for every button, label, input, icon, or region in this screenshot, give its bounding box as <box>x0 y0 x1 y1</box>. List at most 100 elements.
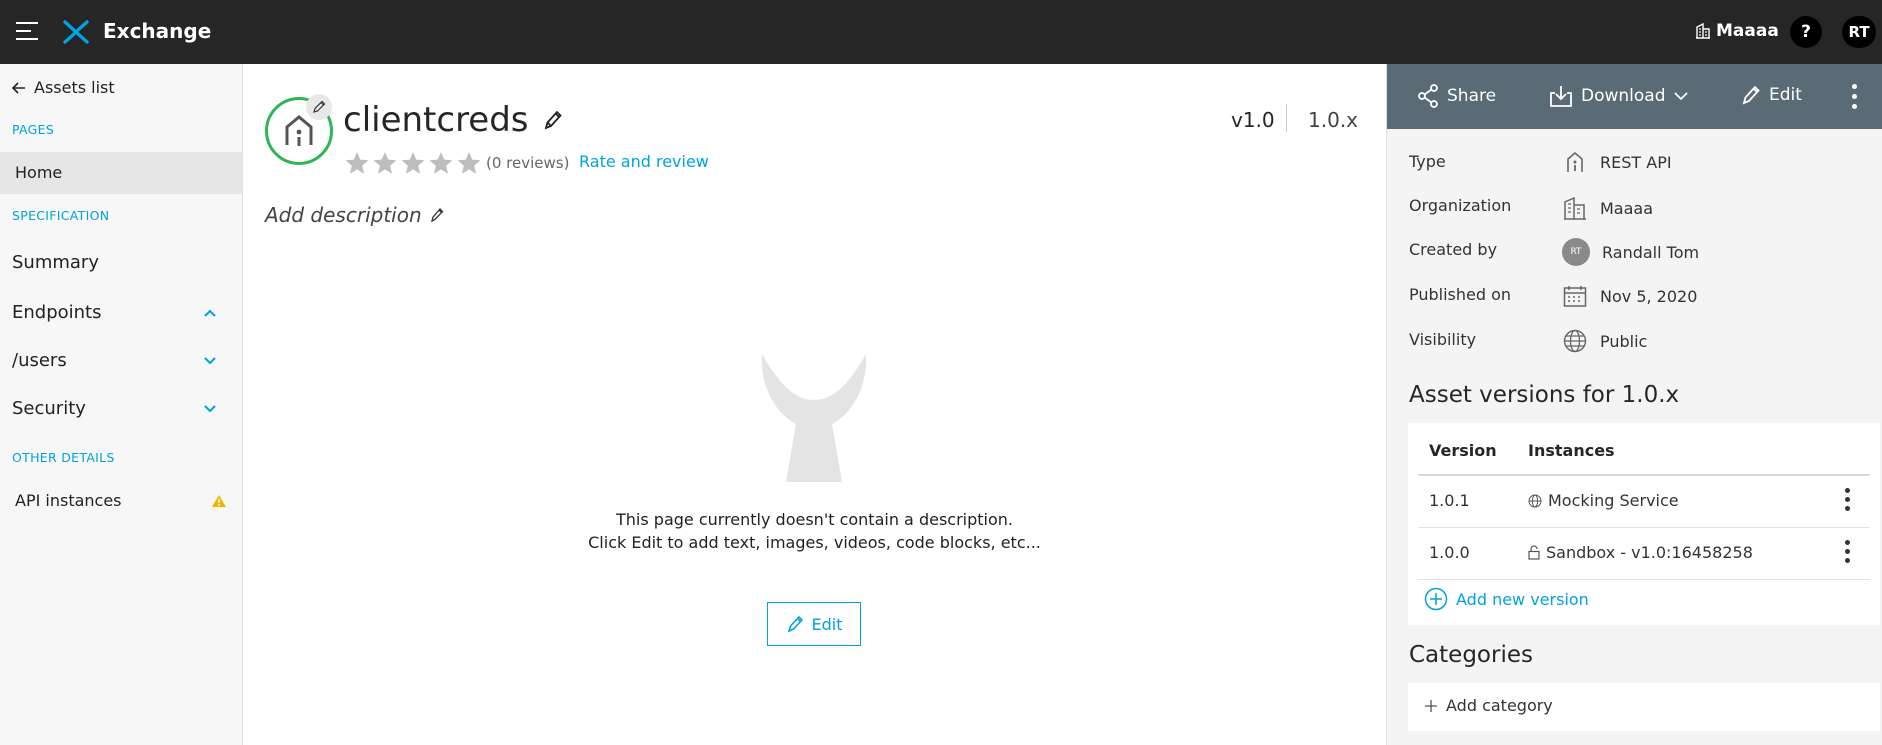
categories-heading: Categories <box>1409 642 1533 668</box>
org-switcher[interactable]: Maaaa <box>1696 21 1779 41</box>
edit-name-button[interactable] <box>543 109 563 131</box>
row-more-options-icon[interactable] <box>1845 540 1850 563</box>
asset-versions-heading: Asset versions for 1.0.x <box>1409 382 1680 408</box>
sidebar-item-summary[interactable]: Summary <box>12 252 217 273</box>
other-details-section-label: OTHER DETAILS <box>12 450 115 465</box>
plus-icon <box>1425 699 1437 712</box>
instance-cell[interactable]: Sandbox - v1.0:16458258 <box>1528 543 1753 562</box>
version-divider <box>1286 104 1287 132</box>
empty-state-illustration <box>761 354 867 482</box>
arrow-left-icon <box>12 81 25 94</box>
published-on-text: Nov 5, 2020 <box>1600 286 1698 306</box>
star-icon[interactable] <box>372 150 398 176</box>
share-button[interactable]: Share <box>1417 84 1496 108</box>
type-value: REST API <box>1562 149 1672 175</box>
sidebar: Assets list PAGES Home SPECIFICATION Sum… <box>0 64 243 745</box>
edit-button[interactable]: Edit <box>1741 84 1802 106</box>
version-column-header: Version <box>1429 441 1497 460</box>
sidebar-item-label: API instances <box>15 491 122 510</box>
pencil-icon <box>430 208 444 223</box>
user-avatar-button[interactable]: RT <box>1842 16 1876 48</box>
calendar-icon <box>1562 283 1588 309</box>
specification-section-label: SPECIFICATION <box>12 208 110 223</box>
chevron-up-icon[interactable] <box>203 306 217 320</box>
rating-stars: (0 reviews) <box>344 150 569 176</box>
add-description-label: Add description <box>265 203 422 227</box>
hamburger-icon[interactable] <box>16 22 38 42</box>
visibility-text: Public <box>1600 331 1648 351</box>
download-button[interactable]: Download <box>1549 84 1688 108</box>
sidebar-item-label: Endpoints <box>12 302 102 323</box>
asset-title: clientcreds <box>343 100 563 140</box>
org-name: Maaaa <box>1716 21 1779 41</box>
instance-name: Sandbox - v1.0:16458258 <box>1546 543 1753 562</box>
add-new-version-button[interactable]: Add new version <box>1424 587 1589 611</box>
back-to-assets-link[interactable]: Assets list <box>12 78 115 97</box>
help-button[interactable]: ? <box>1790 16 1822 48</box>
share-icon <box>1418 84 1438 108</box>
brand-name[interactable]: Exchange <box>103 19 211 43</box>
add-new-version-label: Add new version <box>1456 589 1589 609</box>
pages-section-label: PAGES <box>12 122 55 137</box>
versions-table: Version Instances 1.0.1 Mocking Service … <box>1408 423 1880 625</box>
add-category-label: Add category <box>1446 696 1553 715</box>
building-icon <box>1696 23 1710 39</box>
sidebar-item-label: Security <box>12 398 86 419</box>
lock-icon <box>1528 545 1540 560</box>
reviews-count: (0 reviews) <box>486 154 570 172</box>
download-label: Download <box>1581 86 1666 106</box>
warning-icon <box>212 494 226 507</box>
chevron-down-icon[interactable] <box>203 402 217 416</box>
organization-value-text: Maaaa <box>1600 198 1654 218</box>
sidebar-item-security[interactable]: Security <box>12 398 217 419</box>
sidebar-item-users[interactable]: /users <box>12 350 217 371</box>
edit-asset-icon-button[interactable] <box>306 94 332 120</box>
created-by-name: Randall Tom <box>1602 242 1700 262</box>
plus-circle-icon <box>1424 587 1448 611</box>
asset-version: v1.0 <box>1231 108 1275 132</box>
star-icon[interactable] <box>400 150 426 176</box>
asset-details-panel: Share Download Edit Type REST API Organi… <box>1386 64 1882 745</box>
add-category-button[interactable]: Add category <box>1424 696 1553 715</box>
organization-value: Maaaa <box>1562 195 1653 221</box>
pencil-icon <box>1742 85 1760 105</box>
sidebar-item-api-instances[interactable]: API instances <box>15 491 227 510</box>
add-description-button[interactable]: Add description <box>265 203 444 227</box>
empty-state-line-2: Click Edit to add text, images, videos, … <box>588 533 1041 552</box>
building-icon <box>1562 195 1588 221</box>
sidebar-item-home[interactable]: Home <box>0 152 242 194</box>
empty-state-message: This page currently doesn't contain a de… <box>243 508 1386 554</box>
published-on-label: Published on <box>1409 285 1512 304</box>
star-icon[interactable] <box>344 150 370 176</box>
instances-column-header: Instances <box>1528 441 1615 460</box>
avatar: RT <box>1562 238 1590 266</box>
visibility-label: Visibility <box>1409 330 1477 349</box>
edit-page-button[interactable]: Edit <box>767 602 861 646</box>
instance-cell[interactable]: Mocking Service <box>1528 491 1679 510</box>
sidebar-item-label: Home <box>15 163 63 182</box>
version-cell[interactable]: 1.0.1 <box>1429 491 1470 510</box>
star-icon[interactable] <box>456 150 482 176</box>
version-group-selector[interactable]: 1.0.x <box>1308 108 1358 132</box>
table-row[interactable]: 1.0.1 Mocking Service <box>1418 476 1870 528</box>
table-row[interactable]: 1.0.0 Sandbox - v1.0:16458258 <box>1418 528 1870 580</box>
chevron-down-icon[interactable] <box>203 354 217 368</box>
pencil-icon <box>544 110 562 130</box>
pencil-icon <box>787 615 803 633</box>
type-label: Type <box>1409 152 1446 171</box>
row-more-options-icon[interactable] <box>1845 488 1850 511</box>
download-icon <box>1550 86 1572 107</box>
sidebar-item-label: /users <box>12 350 67 371</box>
star-icon[interactable] <box>428 150 454 176</box>
created-by-label: Created by <box>1409 240 1498 259</box>
chevron-down-icon <box>1673 92 1688 101</box>
top-bar: Exchange Maaaa ? RT <box>0 0 1882 64</box>
share-label: Share <box>1447 86 1497 106</box>
version-cell[interactable]: 1.0.0 <box>1429 543 1470 562</box>
more-options-icon[interactable] <box>1852 84 1857 109</box>
back-link-label: Assets list <box>34 78 115 97</box>
sidebar-item-endpoints[interactable]: Endpoints <box>12 302 217 323</box>
rate-and-review-link[interactable]: Rate and review <box>579 152 709 171</box>
globe-icon <box>1562 328 1588 354</box>
exchange-logo-icon[interactable] <box>62 20 90 44</box>
